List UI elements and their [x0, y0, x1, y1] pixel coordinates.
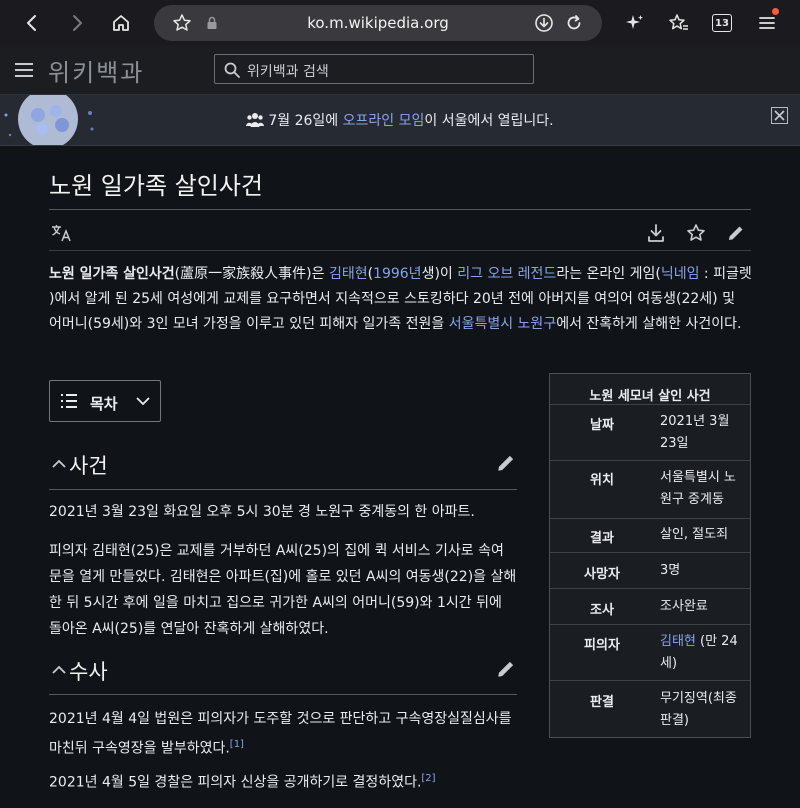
edit-section-icon [498, 661, 514, 677]
infobox-value: 살인, 절도죄 [660, 527, 729, 542]
paragraph: 2021년 4월 4일 법원은 피의자가 도주할 것으로 판단하고 구속영장실질… [49, 706, 519, 762]
infobox-value: 무기징역(최종판결) [660, 691, 737, 728]
edit-section-icon [498, 455, 514, 471]
section-title: 사건 [69, 454, 108, 478]
banner-text-before: 7월 26일에 [268, 113, 343, 129]
infobox-title: 노원 세모녀 살인 사건 [589, 389, 711, 404]
lead-paragraph: 노원 일가족 살인사건(蘆原一家族殺人事件)은 김태현(1996년생)이 리그 … [49, 262, 752, 337]
chevron-up-icon [52, 665, 66, 674]
lead-bold-title: 노원 일가족 살인사건 [49, 266, 175, 282]
infobox-value: 조사완료 [660, 599, 708, 614]
infobox-row: 피의자 김태현 (만 24세) [550, 624, 750, 680]
link-nickname[interactable]: 닉네임 [661, 266, 700, 282]
hamburger-menu-icon[interactable] [12, 58, 36, 82]
paragraph: 피의자 김태현(25)은 교제를 거부하던 A씨(25)의 집에 퀵 서비스 기… [49, 543, 517, 637]
article-content: 노원 일가족 살인사건 노원 일가족 살인사건(蘆原一家族殺人事件)은 김태현(… [0, 146, 800, 808]
home-icon[interactable] [106, 8, 136, 38]
toc-button[interactable]: 목차 [49, 380, 161, 422]
banner-meetup-link[interactable]: 오프라인 모임 [343, 113, 425, 129]
section-divider [49, 694, 517, 695]
banner-text-after: 이 서울에서 열립니다. [424, 113, 554, 129]
section-divider [49, 489, 517, 490]
lead-text: 에서 잔혹하게 살해한 사건이다. [556, 316, 742, 332]
browser-toolbar: ko.m.wikipedia.org 13 [0, 0, 800, 46]
download-page-icon[interactable] [645, 222, 667, 244]
banner-close-button[interactable] [771, 107, 788, 124]
section-heading-incident[interactable]: 사건 [49, 446, 517, 486]
infobox-row: 조사 조사완료 [550, 588, 750, 624]
infobox-row: 날짜 2021년 3월 23일 [550, 404, 750, 460]
infobox-key: 피의자 [584, 638, 620, 653]
search-placeholder: 위키백과 검색 [247, 64, 329, 80]
infobox-suspect-link[interactable]: 김태현 [660, 634, 696, 649]
lead-text: 생)이 [421, 266, 458, 282]
infobox-row: 사망자 3명 [550, 552, 750, 588]
search-input[interactable]: 위키백과 검색 [214, 54, 534, 84]
link-league-of-legends[interactable]: 리그 오브 레전드 [457, 266, 556, 282]
chevron-down-icon [136, 397, 150, 406]
back-icon[interactable] [17, 8, 47, 38]
close-icon [774, 110, 785, 121]
paragraph-text: 2021년 4월 5일 경찰은 피의자 신상을 공개하기로 결정하였다. [49, 774, 422, 791]
page-actions-bar [49, 218, 751, 248]
tab-count: 13 [715, 17, 729, 29]
infobox-key: 날짜 [590, 418, 614, 433]
reference-link[interactable]: [2] [421, 773, 435, 784]
wiki-header: 위키백과 위키백과 검색 [0, 46, 800, 94]
section-heading-investigation[interactable]: 수사 [49, 652, 517, 692]
infobox-location-link[interactable]: 서울특별시 노원구 중계동 [660, 467, 744, 511]
list-icon [61, 394, 77, 408]
infobox-row: 결과 살인, 절도죄 [550, 518, 750, 552]
wiki-wordmark[interactable]: 위키백과 [48, 53, 144, 88]
tabs-button[interactable]: 13 [707, 8, 737, 38]
favorites-icon[interactable] [664, 8, 694, 38]
forward-icon[interactable] [62, 8, 92, 38]
link-nowon-gu[interactable]: 서울특별시 노원구 [449, 316, 557, 332]
infobox-key: 위치 [590, 473, 614, 488]
page-title: 노원 일가족 살인사건 [49, 172, 263, 200]
chevron-up-icon [52, 459, 66, 468]
link-suspect[interactable]: 김태현 [329, 266, 368, 282]
actions-divider [49, 250, 751, 251]
paragraph-text: 2021년 4월 4일 법원은 피의자가 도주할 것으로 판단하고 구속영장실질… [49, 711, 512, 757]
reload-icon[interactable] [562, 11, 586, 35]
link-1996[interactable]: 1996년 [373, 266, 422, 282]
lead-text: (蘆原一家族殺人事件)은 [174, 266, 329, 282]
watch-star-icon[interactable] [685, 222, 707, 244]
infobox-key: 사망자 [584, 567, 620, 582]
infobox-key: 판결 [590, 695, 614, 710]
infobox-value: 3명 [660, 563, 681, 578]
language-icon[interactable] [51, 222, 73, 244]
banner-message: 7월 26일에 오프라인 모임이 서울에서 열립니다. [0, 110, 800, 132]
sparkle-icon[interactable] [620, 8, 650, 38]
lead-text: 라는 온라인 게임( [556, 266, 661, 282]
site-notice-banner: 7월 26일에 오프라인 모임이 서울에서 열립니다. [0, 94, 800, 146]
paragraph: 2021년 3월 23일 화요일 오후 5시 30분 경 노원구 중계동의 한 … [49, 504, 475, 520]
edit-page-icon[interactable] [725, 222, 747, 244]
download-icon[interactable] [532, 11, 556, 35]
infobox: 노원 세모녀 살인 사건 날짜 2021년 3월 23일 위치 서울특별시 노원… [549, 373, 751, 738]
infobox-key: 결과 [590, 531, 614, 546]
reference-link[interactable]: [1] [230, 739, 244, 750]
toc-label: 목차 [90, 395, 118, 413]
people-icon [246, 112, 265, 132]
url-bar[interactable]: ko.m.wikipedia.org [154, 5, 602, 41]
infobox-key: 조사 [590, 603, 614, 618]
infobox-value: 김태현 (만 24세) [660, 631, 744, 675]
notification-dot [772, 8, 779, 15]
infobox-value: 2021년 3월 23일 [660, 414, 730, 451]
title-divider [49, 209, 751, 210]
section-title: 수사 [69, 660, 108, 684]
infobox-row: 판결 무기징역(최종판결) [550, 680, 750, 738]
infobox-row: 위치 서울특별시 노원구 중계동 [550, 460, 750, 518]
paragraph: 2021년 4월 5일 경찰은 피의자 신상을 공개하기로 결정하였다.[2] [49, 766, 519, 796]
search-icon [223, 61, 241, 79]
